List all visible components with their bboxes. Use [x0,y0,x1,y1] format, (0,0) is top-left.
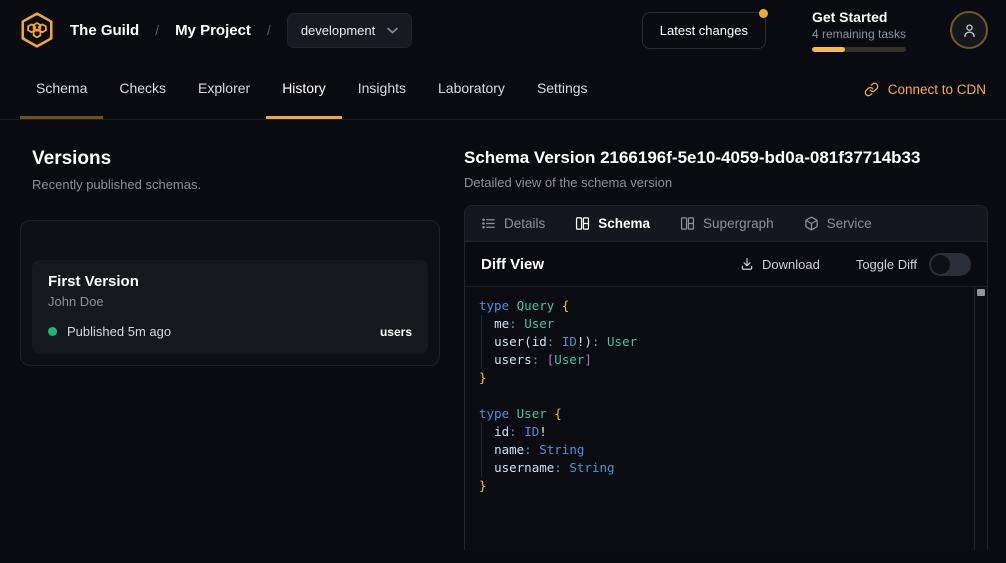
tab-label: History [282,80,326,96]
download-label: Download [762,257,820,272]
tab-label: Insights [358,80,406,96]
detail-tab-label: Service [827,216,872,231]
target-nav-tabs: Schema Checks Explorer History Insights … [0,60,1006,120]
chevron-down-icon [387,27,398,34]
detail-tab-details[interactable]: Details [481,216,545,231]
target-selector-value: development [301,23,375,38]
user-avatar[interactable] [950,11,988,49]
get-started-progress-track [812,47,906,52]
breadcrumb-project[interactable]: My Project [175,22,251,39]
app-header: The Guild / My Project / development Lat… [0,0,1006,60]
list-icon [481,216,496,231]
service-name-badge: users [380,325,412,339]
tab-settings[interactable]: Settings [521,60,604,119]
schema-detail-card: Details Schema Supergraph [464,205,988,550]
schema-version-title: Schema Version 2166196f-5e10-4059-bd0a-0… [464,148,988,168]
tab-label: Explorer [198,80,250,96]
version-meta-row: Published 5m ago users [48,324,412,339]
tab-insights[interactable]: Insights [342,60,422,119]
download-icon [740,257,754,271]
tab-checks[interactable]: Checks [103,60,182,119]
get-started-subtitle: 4 remaining tasks [812,27,906,41]
detail-tab-schema[interactable]: Schema [575,216,650,231]
columns-icon [575,216,590,231]
detail-tab-supergraph[interactable]: Supergraph [680,216,774,231]
tab-label: Schema [36,80,87,96]
box-icon [804,216,819,231]
tab-label: Checks [119,80,166,96]
toggle-knob [931,255,950,274]
detail-tab-strip: Details Schema Supergraph [465,206,987,242]
notification-dot [759,9,768,18]
get-started-widget[interactable]: Get Started 4 remaining tasks [812,9,906,52]
latest-changes-label: Latest changes [660,23,748,38]
schema-code-viewer: type Query { me: User user(id: ID!): Use… [465,287,987,550]
detail-tab-label: Schema [598,216,650,231]
code-scrollbar-thumb[interactable] [977,289,985,296]
diff-view-title: Diff View [481,256,544,273]
tab-schema[interactable]: Schema [20,60,103,119]
columns-icon [680,216,695,231]
breadcrumb: The Guild / My Project / development [70,13,412,48]
main-content: Versions Recently published schemas. Fir… [0,120,1006,550]
tab-laboratory[interactable]: Laboratory [422,60,521,119]
versions-subtitle: Recently published schemas. [32,177,440,192]
diff-view-header: Diff View Download Toggle Diff [465,242,987,287]
schema-version-detail: Schema Version 2166196f-5e10-4059-bd0a-0… [464,148,988,550]
target-selector-dropdown[interactable]: development [287,13,412,48]
tab-history[interactable]: History [266,60,342,119]
download-button[interactable]: Download [740,257,820,272]
versions-panel: Versions Recently published schemas. Fir… [20,148,440,550]
version-status: Published 5m ago [67,324,171,339]
get-started-title: Get Started [812,9,906,25]
person-icon [961,22,978,39]
tab-label: Laboratory [438,80,505,96]
breadcrumb-separator: / [155,22,159,38]
get-started-progress-fill [812,47,845,52]
versions-card: First Version John Doe Published 5m ago … [20,220,440,366]
detail-tab-service[interactable]: Service [804,216,872,231]
breadcrumb-org[interactable]: The Guild [70,22,139,39]
detail-tab-label: Supergraph [703,216,774,231]
detail-tab-label: Details [504,216,545,231]
toggle-diff-switch[interactable] [929,253,971,276]
connect-to-cdn-label: Connect to CDN [888,82,986,97]
toggle-diff-label: Toggle Diff [856,257,917,272]
tab-explorer[interactable]: Explorer [182,60,266,119]
versions-title: Versions [32,148,440,170]
published-status-icon [48,327,57,336]
link-icon [864,82,879,97]
code-block: type Query { me: User user(id: ID!): Use… [465,287,987,505]
version-author: John Doe [48,294,412,309]
version-name: First Version [48,273,412,290]
version-list-item[interactable]: First Version John Doe Published 5m ago … [32,260,428,354]
latest-changes-button[interactable]: Latest changes [642,12,766,49]
hive-logo-icon[interactable] [18,11,56,49]
schema-version-subtitle: Detailed view of the schema version [464,175,988,190]
connect-to-cdn-button[interactable]: Connect to CDN [864,82,986,97]
code-scrollbar[interactable] [974,287,987,550]
tab-label: Settings [537,80,588,96]
breadcrumb-separator: / [267,22,271,38]
